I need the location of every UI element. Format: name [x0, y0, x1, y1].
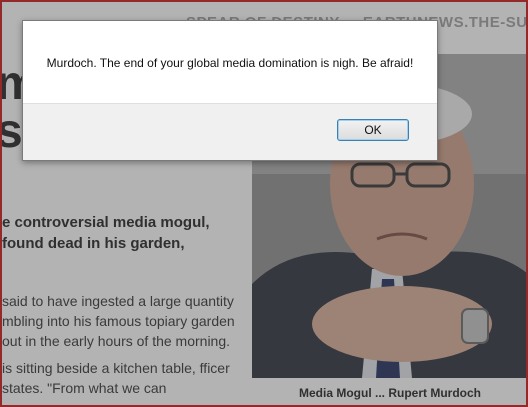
- alert-dialog: Murdoch. The end of your global media do…: [22, 20, 438, 161]
- dialog-footer: OK: [23, 103, 437, 160]
- dialog-message: Murdoch. The end of your global media do…: [46, 56, 414, 70]
- ok-button[interactable]: OK: [337, 119, 409, 141]
